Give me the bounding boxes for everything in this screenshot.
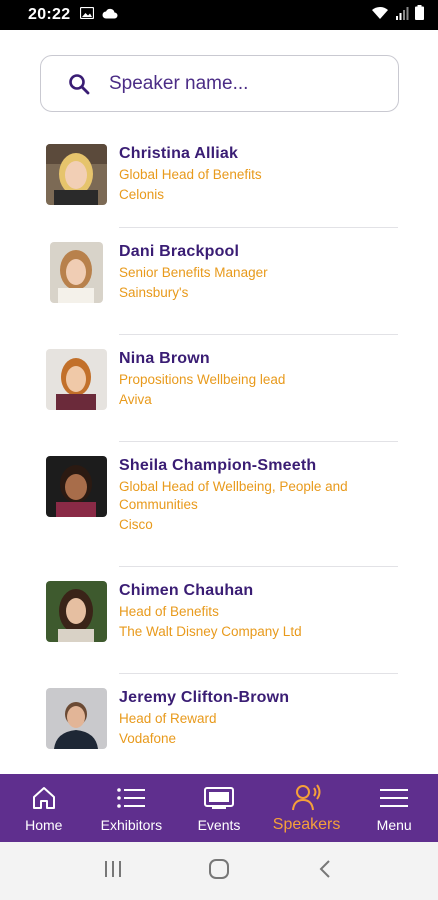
signal-icon <box>395 6 409 25</box>
speaker-name: Jeremy Clifton-Brown <box>119 689 290 706</box>
avatar <box>46 349 107 410</box>
avatar <box>46 456 107 517</box>
speaker-item[interactable]: Sheila Champion-Smeeth Global Head of We… <box>0 442 438 567</box>
nav-speakers[interactable]: Speakers <box>263 774 351 842</box>
gallery-icon <box>80 6 95 24</box>
recent-apps-button[interactable] <box>93 851 133 891</box>
home-button[interactable] <box>199 851 239 891</box>
back-chevron-icon <box>318 859 332 884</box>
speaker-role: Global Head of Benefits <box>119 167 262 182</box>
search-input[interactable] <box>109 72 359 95</box>
speaker-name: Nina Brown <box>119 350 210 367</box>
nav-events[interactable]: Events <box>175 774 263 842</box>
speaker-item[interactable]: Christina Alliak Global Head of Benefits… <box>0 130 438 228</box>
speaker-company: Cisco <box>119 517 153 532</box>
speaker-company: Aviva <box>119 392 152 407</box>
nav-label: Exhibitors <box>100 817 163 833</box>
nav-label: Menu <box>376 817 412 833</box>
screen-icon <box>203 783 234 813</box>
speaker-role: Head of Reward <box>119 711 217 726</box>
speaker-icon <box>291 782 322 812</box>
battery-icon <box>415 5 424 25</box>
speaker-company: Celonis <box>119 187 165 202</box>
avatar <box>46 688 107 749</box>
home-circle-icon <box>208 858 230 885</box>
speaker-list: Christina Alliak Global Head of Benefits… <box>0 130 438 774</box>
speaker-role: Senior Benefits Manager <box>119 265 268 280</box>
search-box[interactable] <box>40 55 399 112</box>
speaker-name: Chimen Chauhan <box>119 582 254 599</box>
speaker-item[interactable]: Jeremy Clifton-Brown Head of Reward Voda… <box>0 674 438 774</box>
nav-label: Events <box>197 817 241 833</box>
system-nav-bar <box>0 842 438 900</box>
speaker-item[interactable]: Chimen Chauhan Head of Benefits The Walt… <box>0 567 438 674</box>
speaker-item[interactable]: Nina Brown Propositions Wellbeing lead A… <box>0 335 438 442</box>
home-icon <box>30 783 58 813</box>
hamburger-icon <box>379 783 409 813</box>
status-bar: 20:22 <box>0 0 438 30</box>
search-icon <box>67 72 91 96</box>
speaker-name: Dani Brackpool <box>119 243 240 260</box>
nav-home[interactable]: Home <box>0 774 88 842</box>
nav-label: Home <box>25 817 63 833</box>
list-icon <box>116 783 146 813</box>
speaker-company: The Walt Disney Company Ltd <box>119 624 302 639</box>
nav-menu[interactable]: Menu <box>350 774 438 842</box>
recent-apps-icon <box>103 860 123 883</box>
speaker-name: Christina Alliak <box>119 145 239 162</box>
avatar <box>46 144 107 205</box>
speaker-name: Sheila Champion-Smeeth <box>119 457 317 474</box>
nav-label: Speakers <box>272 816 341 833</box>
speaker-item[interactable]: Dani Brackpool Senior Benefits Manager S… <box>0 228 438 335</box>
cloud-icon <box>102 6 118 24</box>
avatar <box>46 581 107 642</box>
speaker-role: Head of Benefits <box>119 604 219 619</box>
wifi-icon <box>371 6 389 25</box>
nav-exhibitors[interactable]: Exhibitors <box>88 774 176 842</box>
avatar <box>50 242 103 303</box>
speaker-company: Vodafone <box>119 731 177 746</box>
speaker-role: Propositions Wellbeing lead <box>119 372 286 387</box>
bottom-nav: Home Exhibitors Events Speakers Menu <box>0 774 438 842</box>
speaker-company: Sainsbury's <box>119 285 189 300</box>
back-button[interactable] <box>305 851 345 891</box>
status-time: 20:22 <box>28 6 71 23</box>
speaker-role: Global Head of Wellbeing, People and Com… <box>119 479 348 512</box>
